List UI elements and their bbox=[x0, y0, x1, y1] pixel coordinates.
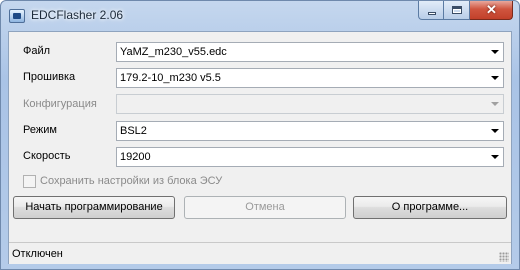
chevron-down-icon[interactable] bbox=[486, 122, 503, 140]
chevron-down-icon[interactable] bbox=[486, 95, 503, 113]
speed-select[interactable]: 19200 bbox=[116, 147, 504, 167]
title-bar[interactable]: EDCFlasher 2.06 ✕ bbox=[1, 1, 519, 31]
resize-grip-icon[interactable] bbox=[499, 252, 509, 262]
status-bar: Отключен bbox=[9, 242, 511, 264]
cancel-button[interactable]: Отмена bbox=[184, 196, 346, 219]
minimize-button[interactable] bbox=[418, 1, 444, 20]
save-settings-checkbox[interactable] bbox=[23, 175, 36, 188]
configuration-label: Конфигурация bbox=[23, 98, 97, 110]
maximize-icon bbox=[452, 6, 462, 14]
about-button[interactable]: О программе... bbox=[353, 196, 507, 219]
mode-select-value: BSL2 bbox=[120, 125, 147, 137]
chevron-down-icon[interactable] bbox=[486, 43, 503, 61]
app-icon bbox=[9, 9, 25, 23]
firmware-label: Прошивка bbox=[23, 71, 76, 83]
chevron-down-icon[interactable] bbox=[486, 69, 503, 87]
client-area: Файл YaMZ_m230_v55.edc Прошивка 179.2-10… bbox=[8, 31, 512, 264]
close-button[interactable]: ✕ bbox=[470, 1, 513, 20]
minimize-icon bbox=[428, 12, 436, 15]
close-icon: ✕ bbox=[486, 2, 497, 17]
status-text: Отключен bbox=[12, 248, 63, 260]
configuration-select[interactable] bbox=[116, 94, 504, 114]
caption-buttons: ✕ bbox=[418, 1, 513, 20]
speed-label: Скорость bbox=[23, 150, 71, 162]
window-title: EDCFlasher 2.06 bbox=[31, 8, 124, 22]
app-window: EDCFlasher 2.06 ✕ Файл YaMZ_m230_v55.edc… bbox=[0, 0, 520, 270]
firmware-select-value: 179.2-10_m230 v5.5 bbox=[120, 72, 221, 84]
mode-label: Режим bbox=[23, 124, 57, 136]
mode-select[interactable]: BSL2 bbox=[116, 121, 504, 141]
file-label: Файл bbox=[23, 45, 51, 57]
file-select-value: YaMZ_m230_v55.edc bbox=[120, 46, 227, 58]
maximize-button[interactable] bbox=[444, 1, 470, 20]
file-select[interactable]: YaMZ_m230_v55.edc bbox=[116, 42, 504, 62]
chevron-down-icon[interactable] bbox=[486, 148, 503, 166]
start-programming-button[interactable]: Начать программирование bbox=[13, 196, 175, 219]
save-settings-label: Сохранить настройки из блока ЭСУ bbox=[40, 175, 223, 187]
speed-select-value: 19200 bbox=[120, 151, 151, 163]
firmware-select[interactable]: 179.2-10_m230 v5.5 bbox=[116, 68, 504, 88]
